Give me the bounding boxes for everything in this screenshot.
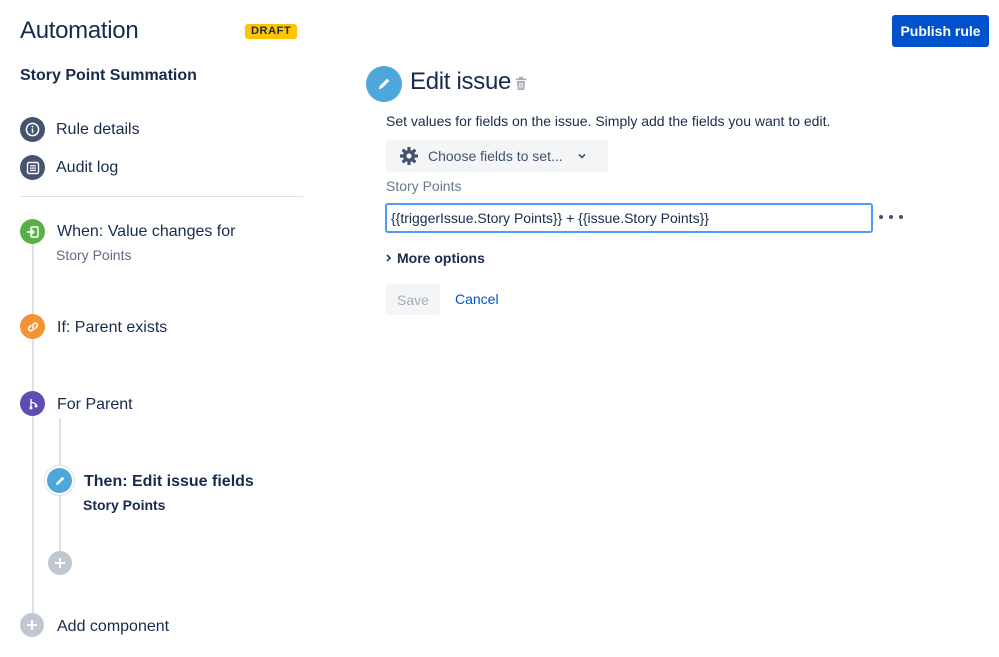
trash-icon[interactable]: [514, 76, 528, 96]
step-sublabel: Story Points: [83, 497, 166, 513]
panel-description: Set values for fields on the issue. Simp…: [386, 113, 831, 129]
more-options-toggle[interactable]: More options: [385, 250, 485, 266]
rule-name: Story Point Summation: [20, 67, 197, 84]
draft-badge: DRAFT: [245, 24, 298, 39]
pencil-icon: [47, 468, 72, 493]
step-label: Then: Edit issue fields: [84, 473, 254, 490]
step-label: For Parent: [57, 396, 133, 413]
link-icon: [20, 314, 45, 339]
sidebar-divider: [20, 196, 303, 197]
chevron-down-icon: [578, 153, 586, 159]
add-branch-step-button[interactable]: [48, 551, 72, 575]
trigger-icon: [20, 219, 45, 244]
publish-rule-button[interactable]: Publish rule: [892, 15, 989, 47]
cancel-button[interactable]: Cancel: [455, 291, 499, 307]
branch-icon: [20, 391, 45, 416]
add-component-label: Add component: [57, 618, 170, 635]
chevron-right-icon: [386, 254, 392, 262]
save-button[interactable]: Save: [386, 284, 440, 315]
step-label: When: Value changes for: [57, 223, 236, 240]
choose-fields-dropdown[interactable]: Choose fields to set...: [386, 140, 608, 172]
more-options-label: More options: [397, 250, 485, 266]
plus-icon: [20, 613, 44, 637]
sidebar-item-rule-details[interactable]: Rule details: [20, 117, 303, 143]
gear-icon: [400, 147, 418, 165]
info-icon: [20, 117, 45, 142]
sidebar-item-label: Rule details: [56, 121, 140, 138]
step-trigger[interactable]: When: Value changes for Story Points: [20, 218, 303, 264]
step-condition[interactable]: If: Parent exists: [20, 314, 303, 340]
plus-icon: [55, 558, 65, 568]
step-label: If: Parent exists: [57, 319, 168, 336]
step-branch[interactable]: For Parent: [20, 391, 303, 417]
app-title: Automation: [20, 17, 139, 44]
story-points-label: Story Points: [386, 178, 462, 194]
add-component-button[interactable]: Add component: [20, 613, 303, 639]
step-sublabel: Story Points: [56, 247, 132, 263]
story-points-input[interactable]: [385, 203, 873, 233]
panel-title: Edit issue: [410, 68, 512, 95]
pencil-icon: [366, 66, 402, 102]
step-action[interactable]: Then: Edit issue fields Story Points: [47, 467, 303, 515]
sidebar-item-label: Audit log: [56, 159, 119, 176]
sidebar-item-audit-log[interactable]: Audit log: [20, 155, 303, 181]
list-icon: [20, 155, 45, 180]
choose-fields-label: Choose fields to set...: [428, 148, 563, 164]
connector-line: [32, 244, 34, 628]
more-actions-icon[interactable]: [879, 207, 903, 227]
